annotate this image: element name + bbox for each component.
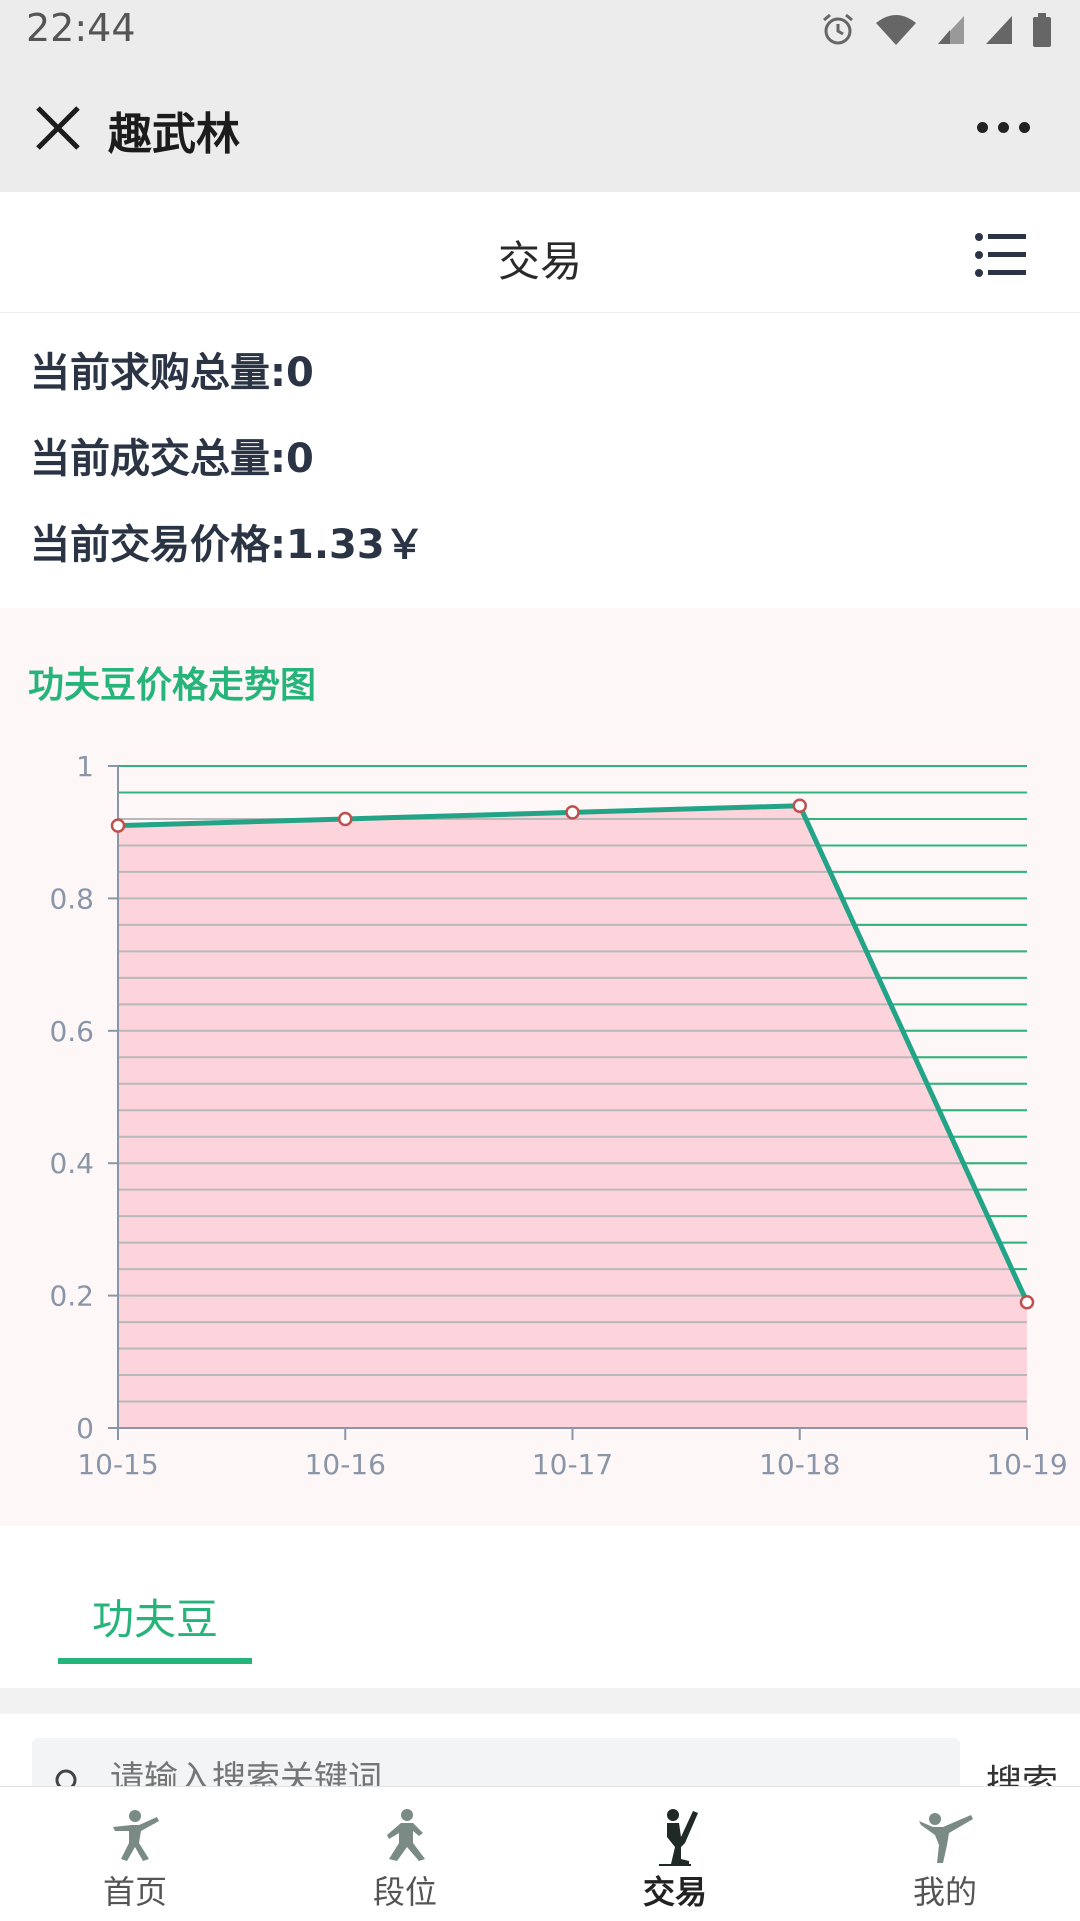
tab-active-indicator	[58, 1658, 252, 1664]
currency-tabs: 功夫豆	[0, 1526, 1080, 1688]
data-point	[1019, 1294, 1035, 1310]
app-bar: 趣武林	[0, 64, 1080, 192]
section-divider	[0, 1688, 1080, 1714]
demand-total: 当前求购总量:0	[30, 350, 314, 396]
y-tick-label: 1	[76, 750, 94, 783]
close-icon[interactable]	[28, 98, 88, 158]
deal-total: 当前成交总量:0	[30, 436, 314, 482]
x-tick-label: 10-18	[759, 1448, 840, 1481]
app-title: 趣武林	[108, 109, 240, 160]
nav-item-home[interactable]: 首页	[0, 1787, 270, 1921]
y-tick-label: 0.8	[49, 882, 94, 915]
data-point	[338, 811, 353, 827]
x-tick-label: 10-17	[532, 1448, 613, 1481]
signal-1-icon	[938, 16, 964, 44]
y-tick-label: 0	[76, 1412, 94, 1445]
y-tick-label: 0.6	[49, 1015, 94, 1048]
x-tick-label: 10-15	[77, 1448, 158, 1481]
price-trend-chart: 0 0.2 0.4 0.6 0.8 1 10-15 10-16 10-17 10-18 10-19 …	[0, 608, 1080, 1526]
data-point	[110, 818, 126, 833]
dot-icon	[976, 121, 988, 133]
dot-icon	[1018, 121, 1030, 133]
y-tick-label: 0.4	[49, 1147, 94, 1180]
alarm-icon	[823, 13, 853, 45]
nav-label-rank: 段位	[372, 1873, 437, 1911]
nav-item-mine[interactable]: 我的	[810, 1787, 1080, 1921]
data-point	[792, 798, 807, 813]
dot-icon	[997, 121, 1009, 133]
chart-title: 功夫豆价格走势图	[28, 665, 317, 706]
martial-arts-kick-icon	[659, 1809, 698, 1866]
signal-2-icon	[986, 16, 1012, 44]
more-menu-button[interactable]	[968, 112, 1038, 142]
battery-icon	[1033, 13, 1051, 47]
status-icons	[820, 12, 1052, 48]
tab-kungfu-bean[interactable]: 功夫豆	[58, 1586, 252, 1647]
chart-canvas: 0 0.2 0.4 0.6 0.8 1 10-15 10-16 10-17 10-18 10-19	[49, 750, 1067, 1481]
nav-label-trade: 交易	[642, 1873, 707, 1911]
nav-item-rank[interactable]: 段位	[270, 1787, 540, 1921]
y-tick-label: 0.2	[49, 1280, 94, 1313]
wifi-icon	[876, 15, 916, 45]
status-time: 22:44	[26, 6, 136, 50]
list-menu-icon[interactable]	[974, 232, 1028, 278]
nav-label-home: 首页	[102, 1873, 167, 1911]
page-title: 交易	[497, 237, 582, 286]
trade-stats: 当前求购总量:0 当前成交总量:0 当前交易价格:1.33￥	[0, 330, 1080, 588]
nav-item-trade[interactable]: 交易	[540, 1787, 810, 1921]
x-tick-label: 10-16	[305, 1448, 386, 1481]
current-price: 当前交易价格:1.33￥	[30, 522, 425, 568]
nav-label-mine: 我的	[912, 1873, 977, 1911]
page-header: 交易	[0, 192, 1080, 313]
x-tick-label: 10-19	[986, 1448, 1067, 1481]
data-point	[565, 805, 580, 820]
bottom-nav: 首页 段位 交易 我的	[0, 1786, 1080, 1921]
search-row: 搜索	[0, 1714, 1080, 1794]
martial-arts-stance-icon	[387, 1809, 425, 1861]
martial-arts-pose-icon	[113, 1810, 159, 1861]
status-bar: 22:44	[0, 0, 1080, 64]
martial-arts-high-kick-icon	[919, 1813, 973, 1863]
